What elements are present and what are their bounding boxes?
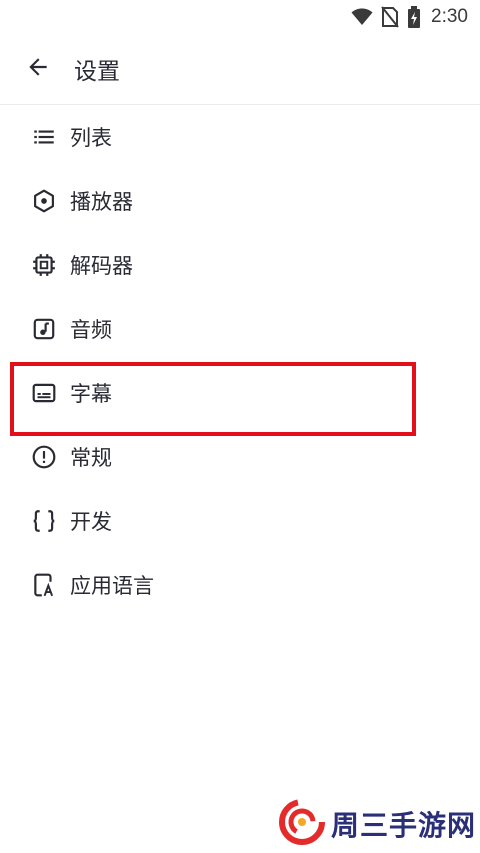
setting-label: 常规 — [70, 446, 112, 470]
phone-language-icon — [30, 571, 58, 599]
list-icon — [30, 123, 58, 151]
music-note-icon — [30, 315, 58, 343]
watermark-text: 周三手游网 — [330, 809, 476, 842]
setting-item-app-language[interactable]: 应用语言 — [0, 553, 480, 617]
wifi-icon — [351, 8, 373, 26]
status-bar: 2:30 — [0, 0, 480, 34]
setting-label: 开发 — [70, 510, 112, 534]
setting-item-decoder[interactable]: 解码器 — [0, 233, 480, 297]
setting-label: 音频 — [70, 318, 112, 342]
alert-circle-icon — [30, 443, 58, 471]
setting-label: 播放器 — [70, 190, 133, 214]
setting-label: 字幕 — [70, 382, 112, 406]
chip-icon — [30, 251, 58, 279]
back-button[interactable] — [18, 49, 58, 89]
setting-item-developer[interactable]: 开发 — [0, 489, 480, 553]
setting-item-audio[interactable]: 音频 — [0, 297, 480, 361]
settings-list: 列表 播放器 解码器 音频 字幕 常规 开发 应用语言 — [0, 105, 480, 617]
setting-item-subtitle[interactable]: 字幕 — [0, 361, 480, 425]
page-title: 设置 — [74, 59, 120, 85]
setting-item-player[interactable]: 播放器 — [0, 169, 480, 233]
settings-screen: 2:30 设置 列表 播放器 解码器 音频 字幕 常规 开发 应用语言 周三手游… — [0, 0, 480, 853]
watermark: 周三手游网 — [278, 799, 476, 849]
battery-charging-icon — [407, 6, 421, 28]
subtitles-icon — [30, 379, 58, 407]
setting-item-general[interactable]: 常规 — [0, 425, 480, 489]
setting-item-list[interactable]: 列表 — [0, 105, 480, 169]
setting-label: 应用语言 — [70, 574, 154, 598]
setting-label: 解码器 — [70, 254, 133, 278]
status-time: 2:30 — [431, 6, 468, 27]
code-braces-icon — [30, 507, 58, 535]
no-sim-icon — [381, 6, 399, 28]
app-bar: 设置 — [0, 34, 480, 105]
watermark-logo-icon — [278, 799, 325, 849]
hexagon-dot-icon — [30, 187, 58, 215]
arrow-left-icon — [25, 54, 51, 84]
setting-label: 列表 — [70, 126, 112, 150]
